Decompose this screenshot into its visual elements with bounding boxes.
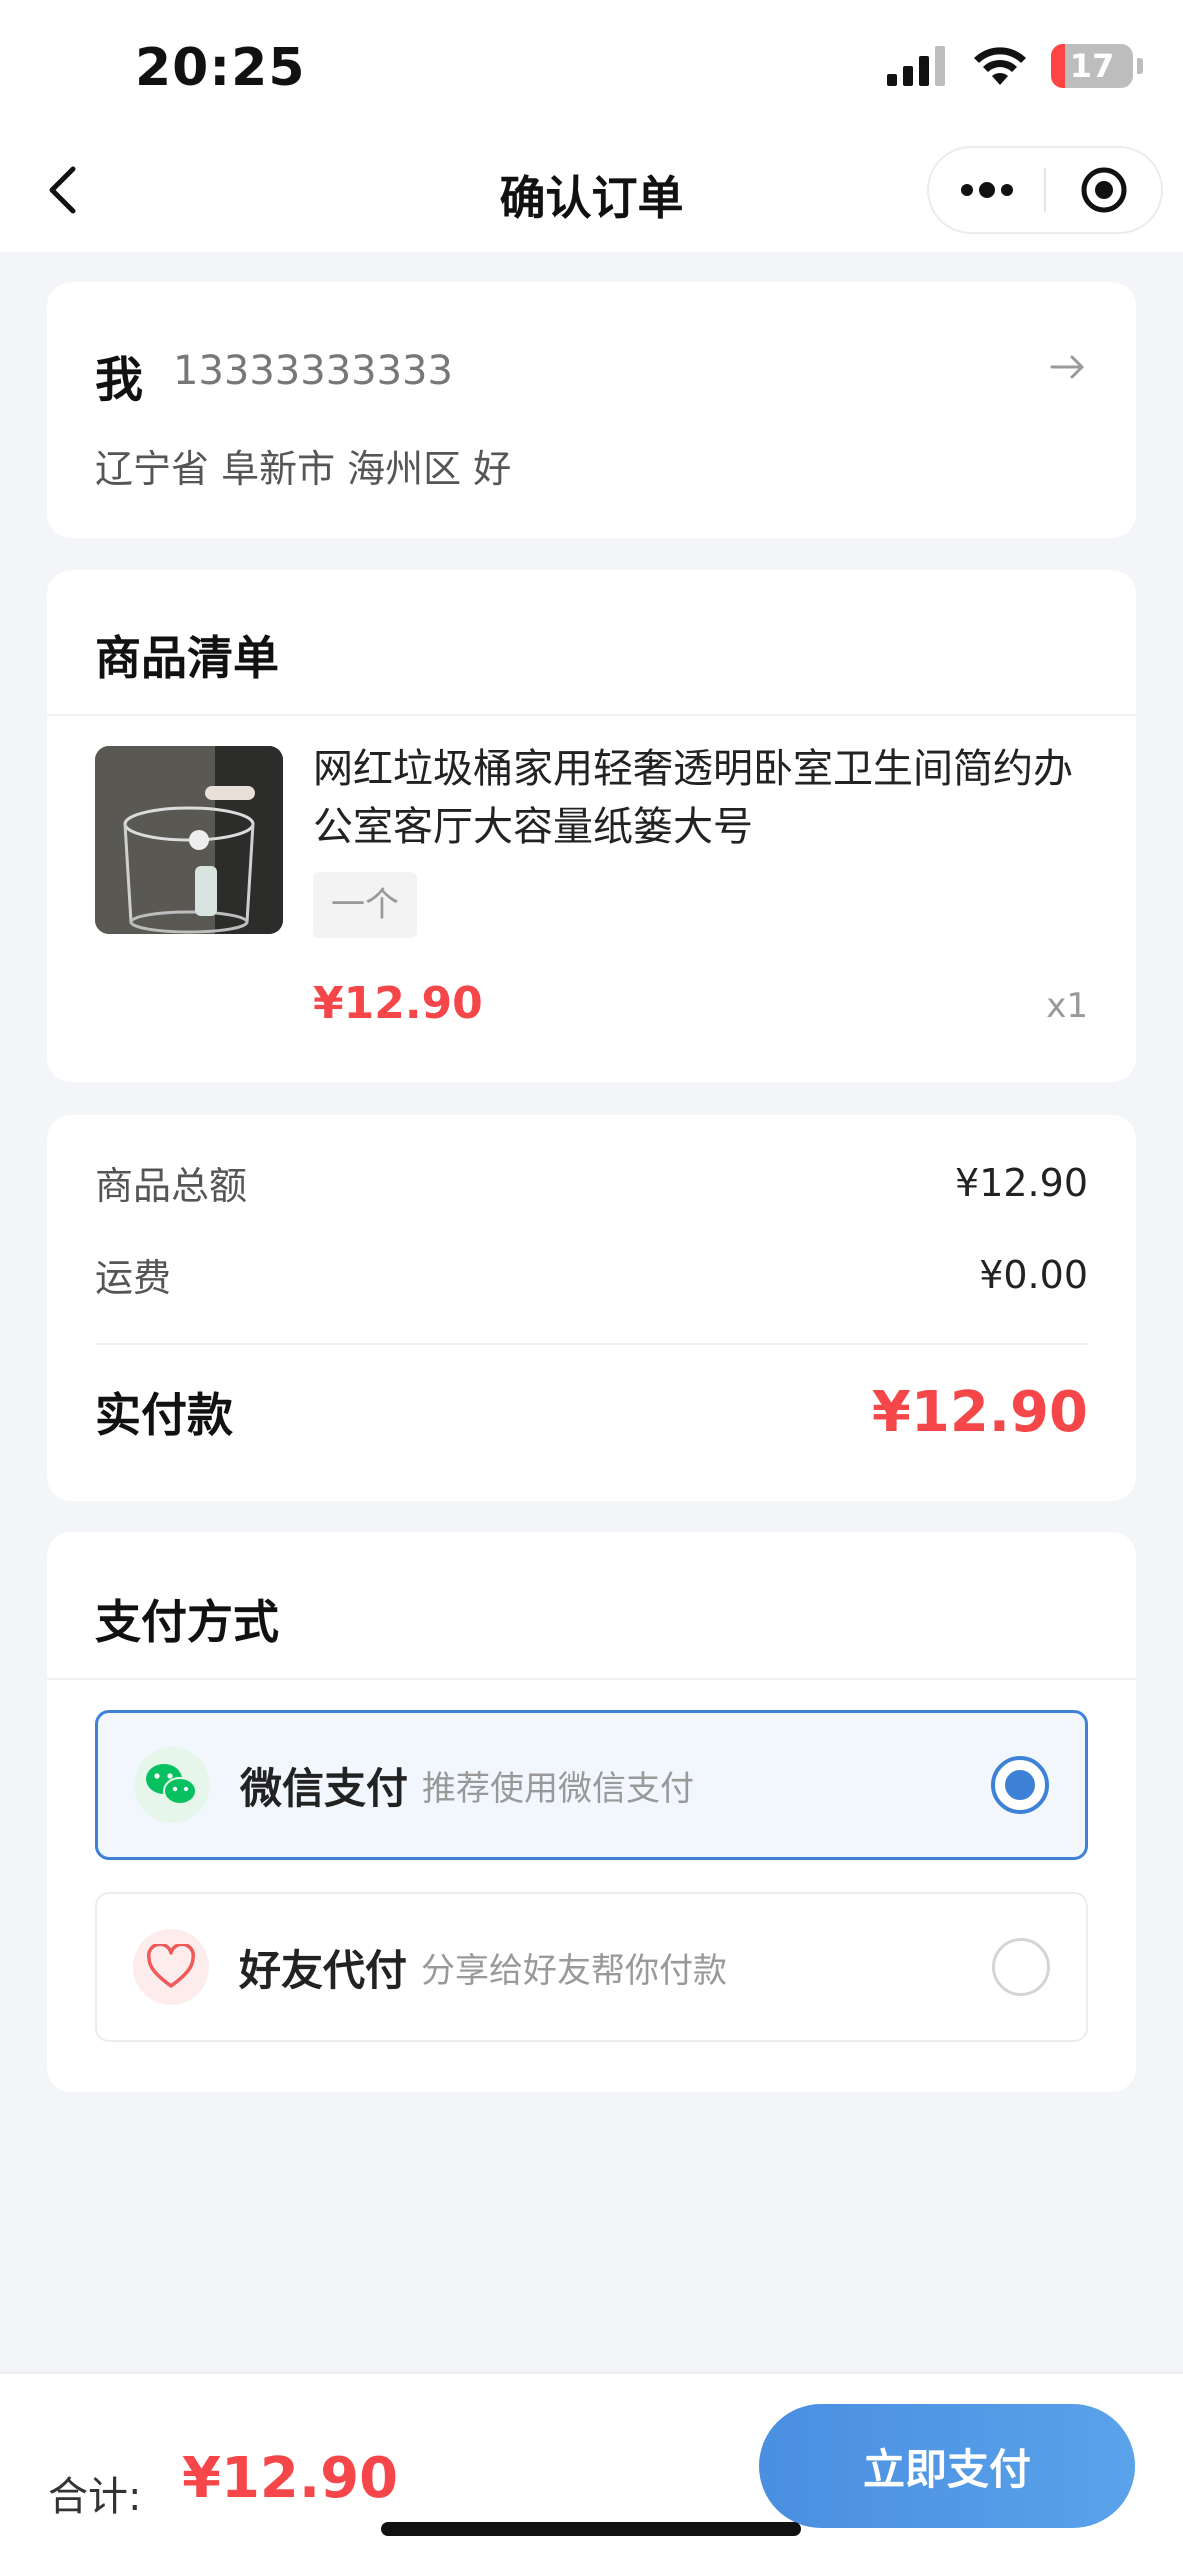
status-time: 20:25 bbox=[135, 38, 306, 98]
target-circle-icon bbox=[1081, 167, 1126, 213]
goods-card: 商品清单 网红垃圾桶家用轻奢透明卧室卫生间简约办公室客厅大容量纸篓大号 一个 ¥… bbox=[47, 570, 1136, 1082]
goods-name: 网红垃圾桶家用轻奢透明卧室卫生间简约办公室客厅大容量纸篓大号 bbox=[313, 746, 1073, 850]
summary-divider bbox=[95, 1343, 1088, 1345]
goods-total-label: 商品总额 bbox=[95, 1164, 248, 1208]
top-bar: 20:25 17 确认订单 bbox=[0, 0, 1183, 252]
address-card[interactable]: 我 13333333333 辽宁省 阜新市 海州区 好 bbox=[47, 282, 1136, 538]
order-confirm-page: 20:25 17 确认订单 我 13333333333 辽宁省 阜新市 海州区 … bbox=[0, 0, 1183, 2560]
address-detail: 辽宁省 阜新市 海州区 好 bbox=[95, 447, 512, 491]
price-summary-card: 商品总额 ¥12.90 运费 ¥0.00 实付款 ¥12.90 bbox=[47, 1115, 1136, 1501]
miniprogram-capsule bbox=[927, 146, 1163, 234]
paid-label: 实付款 bbox=[95, 1388, 233, 1442]
payment-method-card: 支付方式 微信支付 推荐使用微信支付 好友代付 分享给好友帮你付款 bbox=[47, 1532, 1136, 2092]
status-icons: 17 bbox=[885, 44, 1143, 88]
battery-level: 17 bbox=[1069, 47, 1115, 85]
recipient-phone: 13333333333 bbox=[173, 348, 453, 394]
goods-divider bbox=[47, 714, 1136, 716]
goods-section-title: 商品清单 bbox=[95, 631, 279, 685]
shipping-row: 运费 ¥0.00 bbox=[95, 1247, 1088, 1302]
more-dots-icon bbox=[960, 182, 1013, 198]
goods-quantity: x1 bbox=[1046, 986, 1088, 1026]
recipient-name: 我 bbox=[95, 352, 144, 408]
goods-spec: 一个 bbox=[313, 872, 417, 938]
shipping-value: ¥0.00 bbox=[979, 1252, 1088, 1297]
paid-value: ¥12.90 bbox=[871, 1379, 1088, 1445]
arrow-right-icon bbox=[1050, 355, 1084, 379]
total-label: 合计: bbox=[48, 2474, 142, 2520]
pay-option-desc: 推荐使用微信支付 bbox=[422, 1768, 695, 1809]
goods-thumbnail[interactable] bbox=[95, 746, 283, 934]
battery-icon: 17 bbox=[1051, 44, 1133, 88]
wechat-icon bbox=[146, 1764, 197, 1805]
pay-option-desc: 分享给好友帮你付款 bbox=[421, 1950, 728, 1991]
more-button[interactable] bbox=[929, 148, 1044, 232]
total-value: ¥12.90 bbox=[182, 2446, 399, 2511]
shipping-label: 运费 bbox=[95, 1256, 172, 1300]
goods-price: ¥12.90 bbox=[313, 978, 483, 1029]
wifi-icon bbox=[974, 47, 1026, 85]
pay-now-button[interactable]: 立即支付 bbox=[759, 2404, 1135, 2528]
pay-option-friend[interactable]: 好友代付 分享给好友帮你付款 bbox=[95, 1892, 1088, 2042]
goods-total-value: ¥12.90 bbox=[955, 1160, 1088, 1205]
payment-divider bbox=[47, 1678, 1136, 1680]
heart-icon bbox=[146, 1944, 196, 1988]
pay-option-wechat[interactable]: 微信支付 推荐使用微信支付 bbox=[95, 1710, 1088, 1860]
radio-unselected[interactable] bbox=[992, 1938, 1050, 1996]
pay-option-name: 好友代付 bbox=[239, 1945, 408, 1995]
radio-selected[interactable] bbox=[991, 1756, 1049, 1814]
close-miniprogram-button[interactable] bbox=[1046, 148, 1161, 232]
home-indicator bbox=[381, 2522, 801, 2536]
payment-section-title: 支付方式 bbox=[95, 1595, 279, 1649]
paid-row: 实付款 ¥12.90 bbox=[95, 1379, 1088, 1445]
trash-bin-image-icon bbox=[95, 746, 283, 934]
address-arrow[interactable] bbox=[1048, 342, 1088, 392]
goods-total-row: 商品总额 ¥12.90 bbox=[95, 1155, 1088, 1210]
signal-icon bbox=[887, 46, 945, 86]
pay-option-name: 微信支付 bbox=[240, 1763, 409, 1813]
